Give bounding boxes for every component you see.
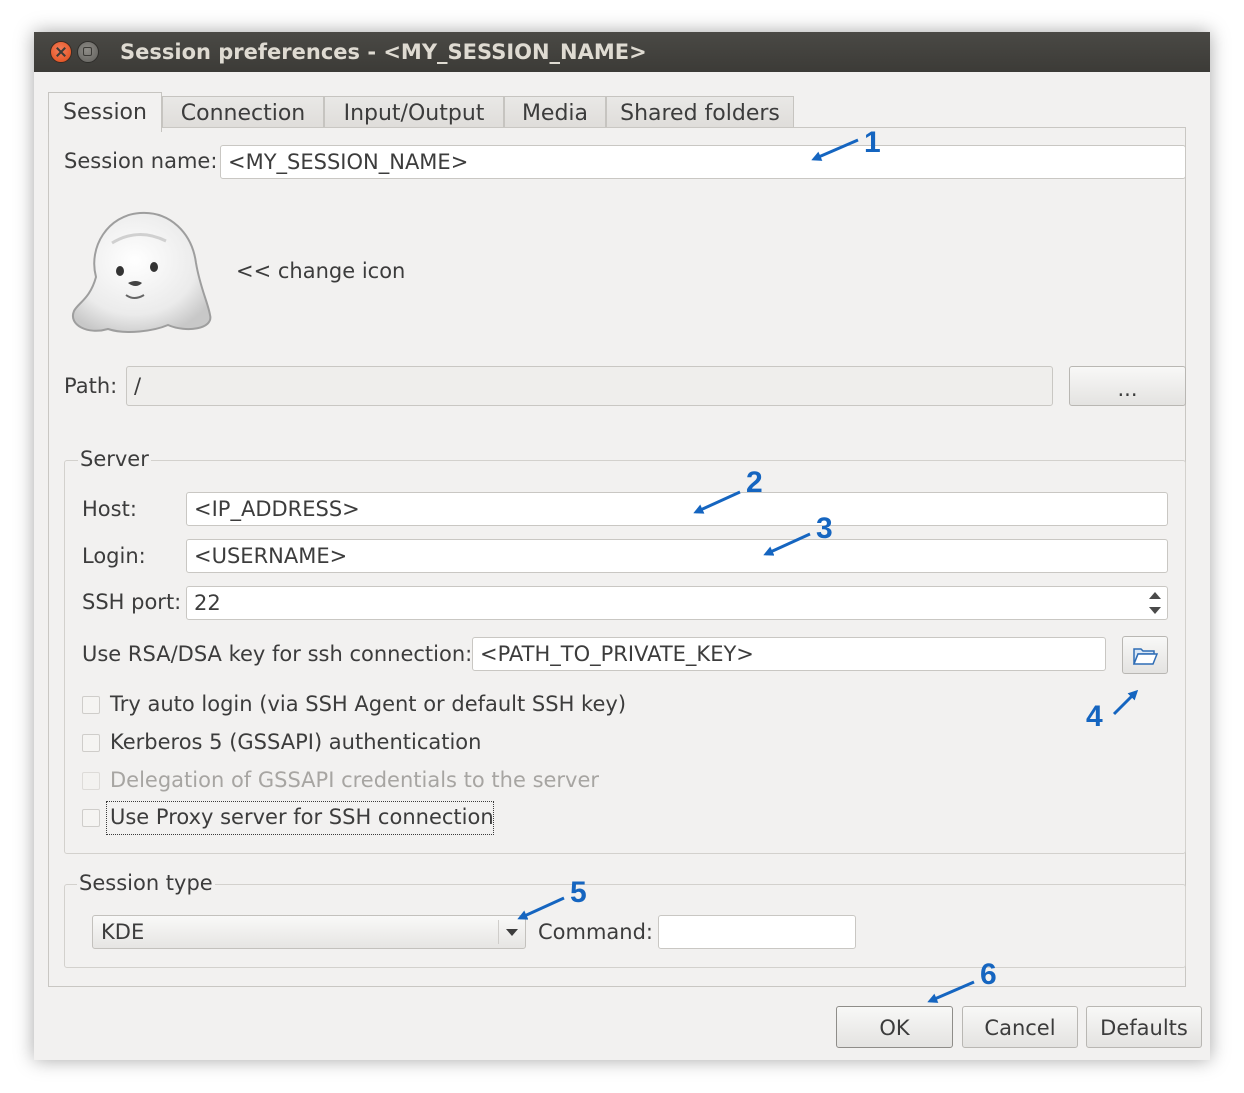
folder-open-icon (1132, 648, 1158, 665)
close-icon[interactable] (50, 41, 72, 63)
annotation-number-5: 5 (570, 876, 587, 909)
defaults-button[interactable]: Defaults (1086, 1006, 1202, 1048)
ssh-key-input[interactable]: <PATH_TO_PRIVATE_KEY> (472, 637, 1106, 671)
session-type-selected: KDE (101, 920, 145, 944)
ssh-port-spin-buttons (1142, 586, 1168, 620)
auto-login-checkbox[interactable] (82, 696, 100, 714)
dropdown-separator (498, 920, 499, 944)
auto-login-label[interactable]: Try auto login (via SSH Agent or default… (110, 692, 626, 716)
annotation-number-3: 3 (816, 512, 833, 545)
ssh-key-label: Use RSA/DSA key for ssh connection: (82, 642, 473, 666)
host-input[interactable]: <IP_ADDRESS> (186, 492, 1168, 526)
cancel-button[interactable]: Cancel (962, 1006, 1078, 1048)
path-label: Path: (64, 374, 118, 398)
login-input[interactable]: <USERNAME> (186, 539, 1168, 573)
minimize-icon[interactable] (77, 41, 99, 63)
session-name-label: Session name: (64, 149, 218, 173)
annotation-number-6: 6 (980, 958, 997, 991)
command-label: Command: (538, 920, 654, 944)
spin-up-icon[interactable] (1149, 592, 1161, 599)
window-title: Session preferences - <MY_SESSION_NAME> (120, 40, 647, 64)
tab-media[interactable]: Media (504, 96, 606, 130)
kerberos-label[interactable]: Kerberos 5 (GSSAPI) authentication (110, 730, 481, 754)
tab-connection[interactable]: Connection (162, 96, 324, 130)
annotation-number-2: 2 (746, 466, 763, 499)
browse-key-button[interactable] (1122, 636, 1168, 674)
session-type-dropdown[interactable]: KDE (92, 915, 526, 949)
tab-input-output[interactable]: Input/Output (324, 96, 504, 130)
tab-shared-folders[interactable]: Shared folders (606, 96, 794, 130)
annotation-number-1: 1 (864, 126, 881, 159)
server-group-title: Server (78, 447, 151, 471)
gssapi-delegation-label: Delegation of GSSAPI credentials to the … (110, 768, 600, 792)
session-type-group-title: Session type (77, 871, 215, 895)
session-name-input[interactable]: <MY_SESSION_NAME> (220, 145, 1186, 179)
annotation-number-4: 4 (1086, 700, 1103, 733)
title-bar: Session preferences - <MY_SESSION_NAME> (34, 32, 1210, 72)
command-input[interactable] (658, 915, 856, 949)
change-icon-label[interactable]: << change icon (236, 259, 405, 283)
spin-down-icon[interactable] (1149, 607, 1161, 614)
proxy-checkbox[interactable] (82, 809, 100, 827)
browse-path-button[interactable]: ... (1069, 366, 1186, 406)
ssh-port-spinbox[interactable]: 22 (186, 586, 1168, 620)
path-input[interactable]: / (126, 366, 1053, 406)
tab-session[interactable]: Session (48, 92, 162, 132)
session-preferences-window: Session preferences - <MY_SESSION_NAME> … (34, 32, 1210, 1060)
ok-button[interactable]: OK (836, 1006, 953, 1048)
login-label: Login: (82, 544, 146, 568)
gssapi-delegation-checkbox (82, 772, 100, 790)
seal-session-icon[interactable] (68, 207, 216, 337)
ssh-port-label: SSH port: (82, 590, 182, 614)
proxy-label[interactable]: Use Proxy server for SSH connection (110, 805, 494, 829)
host-label: Host: (82, 497, 137, 521)
dropdown-arrow-icon[interactable] (506, 929, 518, 936)
kerberos-checkbox[interactable] (82, 734, 100, 752)
